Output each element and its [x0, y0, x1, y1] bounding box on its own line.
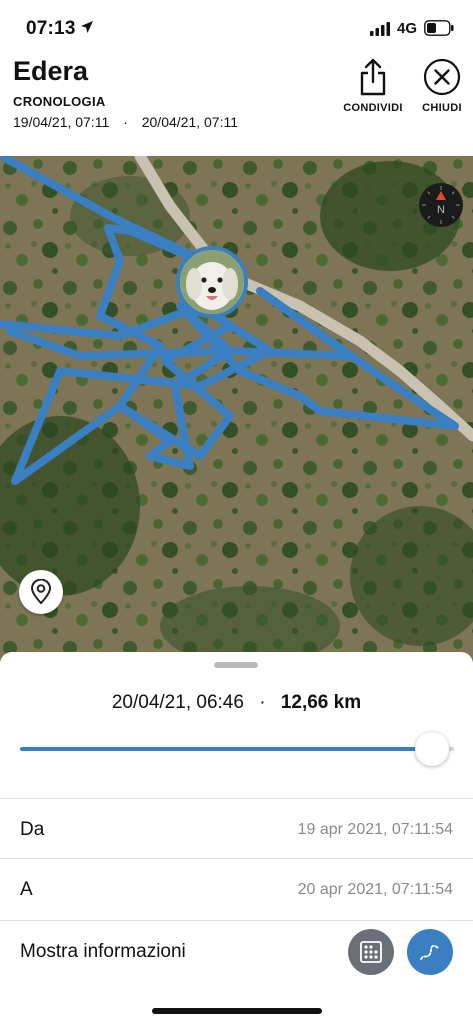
compass-icon: N: [419, 183, 463, 227]
satellite-map[interactable]: [0, 156, 473, 662]
dots-grid-icon: [360, 941, 382, 963]
location-arrow-icon: [81, 21, 93, 33]
slider-fill: [20, 747, 433, 751]
close-label: CHIUDI: [422, 102, 462, 114]
range-start: 19/04/21, 07:11: [13, 114, 110, 130]
slider-thumb[interactable]: [415, 732, 450, 766]
close-button[interactable]: CHIUDI: [414, 58, 470, 120]
compass-letter: N: [437, 204, 445, 216]
page-title: Edera: [13, 56, 89, 86]
to-value[interactable]: 20 apr 2021, 07:11:54: [298, 881, 453, 899]
date-range: 19/04/21, 07:11 · 20/04/21, 07:11: [13, 114, 238, 130]
info-label: Mostra informazioni: [20, 941, 186, 962]
from-value[interactable]: 19 apr 2021, 07:11:54: [298, 821, 453, 839]
from-row[interactable]: Da 19 apr 2021, 07:11:54: [0, 798, 473, 859]
location-pin-button[interactable]: [19, 570, 63, 614]
location-pin-icon: [30, 579, 52, 605]
info-row: Mostra informazioni: [0, 920, 473, 981]
to-label: A: [20, 879, 33, 900]
route-view-button[interactable]: [407, 929, 453, 975]
close-icon: [423, 58, 461, 96]
from-label: Da: [20, 819, 45, 840]
range-separator: ·: [123, 114, 128, 130]
sheet-handle[interactable]: [214, 662, 258, 668]
summary-separator: ·: [259, 692, 266, 713]
range-end: 20/04/21, 07:11: [141, 114, 239, 130]
bottom-sheet: 20/04/21, 06:46 · 12,66 km Da 19 apr 202…: [0, 652, 473, 1024]
page-subtitle: CRONOLOGIA: [13, 94, 106, 109]
share-icon: [360, 58, 386, 96]
compass-button[interactable]: N: [418, 182, 464, 228]
share-label: CONDIVIDI: [343, 102, 403, 114]
share-button[interactable]: CONDIVIDI: [338, 58, 408, 120]
battery-icon: [424, 20, 454, 36]
to-row[interactable]: A 20 apr 2021, 07:11:54: [0, 858, 473, 919]
pet-avatar[interactable]: [176, 246, 248, 318]
position-datetime: 20/04/21, 06:46: [111, 692, 244, 713]
home-indicator[interactable]: [152, 1008, 322, 1014]
status-time: 07:13: [26, 18, 76, 39]
map-canvas[interactable]: [0, 156, 473, 662]
points-view-button[interactable]: [348, 929, 394, 975]
distance-value: 12,66 km: [280, 692, 362, 713]
position-summary: 20/04/21, 06:46 · 12,66 km: [0, 692, 473, 714]
network-type: 4G: [397, 20, 418, 37]
timeline-slider[interactable]: [20, 732, 454, 766]
dog-photo: [180, 250, 244, 314]
route-icon: [420, 944, 440, 960]
status-bar: 07:13 4G: [0, 0, 473, 50]
signal-icon: [370, 22, 390, 36]
